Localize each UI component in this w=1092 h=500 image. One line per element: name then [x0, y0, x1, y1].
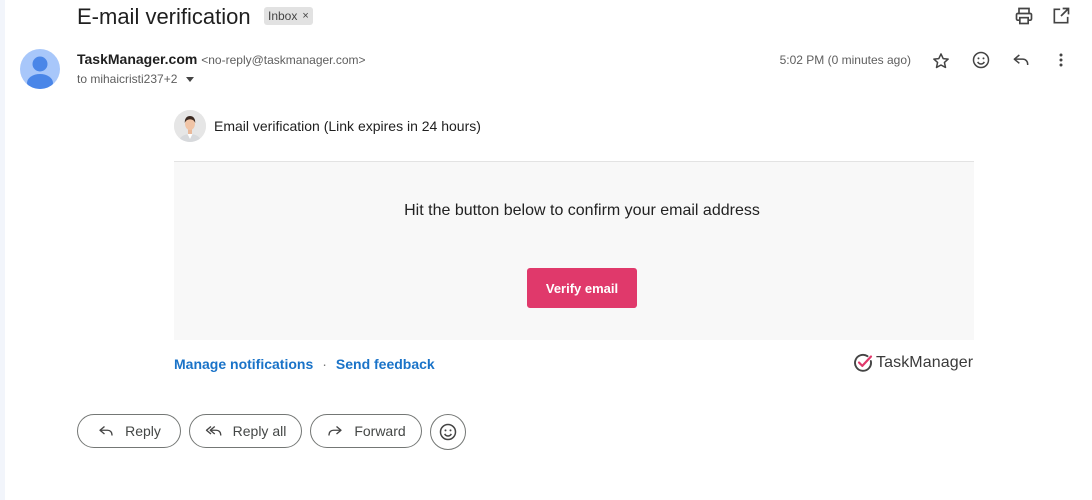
more-vert-icon[interactable]: [1049, 48, 1073, 72]
verify-email-button[interactable]: Verify email: [527, 268, 637, 308]
sender-name[interactable]: TaskManager.com: [77, 51, 197, 67]
reply-all-button[interactable]: Reply all: [189, 414, 302, 448]
email-timestamp: 5:02 PM (0 minutes ago): [779, 53, 911, 67]
link-separator: ·: [322, 356, 327, 372]
sender-line: TaskManager.com <no-reply@taskmanager.co…: [77, 51, 366, 67]
show-details-icon[interactable]: [186, 76, 195, 82]
forward-button[interactable]: Forward: [310, 414, 422, 448]
footer-links: Manage notifications · Send feedback: [174, 356, 435, 372]
brand-name: TaskManager: [876, 354, 974, 371]
taskmanager-check-icon: [854, 353, 873, 372]
recipients-text: to mihaicristi237+2: [77, 72, 178, 86]
sender-profile-image: [174, 110, 206, 142]
message-card: [174, 162, 974, 340]
taskmanager-logo: TaskManager: [853, 353, 973, 373]
forward-arrow-icon: [328, 425, 342, 436]
open-in-new-window-icon[interactable]: [1049, 4, 1073, 28]
email-subject: E-mail verification: [77, 4, 251, 29]
recipients-line: to mihaicristi237+2: [77, 72, 195, 86]
reply-arrow-icon: [99, 425, 113, 436]
sender-email: <no-reply@taskmanager.com>: [201, 53, 366, 67]
inbox-label-chip[interactable]: Inbox ×: [264, 7, 313, 25]
reply-label: Reply: [125, 423, 161, 439]
star-icon[interactable]: [929, 49, 953, 73]
sender-avatar[interactable]: [20, 49, 60, 89]
confirm-message: Hit the button below to confirm your ema…: [404, 202, 760, 219]
send-feedback-link[interactable]: Send feedback: [336, 356, 435, 372]
emoji-react-icon[interactable]: [969, 48, 993, 72]
reply-all-icon: [205, 425, 222, 436]
forward-label: Forward: [354, 423, 406, 439]
email-preheader: Email verification (Link expires in 24 h…: [214, 118, 481, 134]
reply-all-label: Reply all: [232, 423, 287, 439]
left-edge-strip: [0, 0, 5, 500]
reply-button[interactable]: Reply: [77, 414, 181, 448]
label-text: Inbox: [268, 9, 298, 23]
emoji-icon: [439, 423, 457, 441]
emoji-reaction-button[interactable]: [430, 414, 466, 450]
reply-icon[interactable]: [1009, 48, 1033, 72]
remove-label-icon[interactable]: ×: [302, 7, 308, 25]
print-icon[interactable]: [1012, 4, 1036, 28]
manage-notifications-link[interactable]: Manage notifications: [174, 356, 313, 372]
